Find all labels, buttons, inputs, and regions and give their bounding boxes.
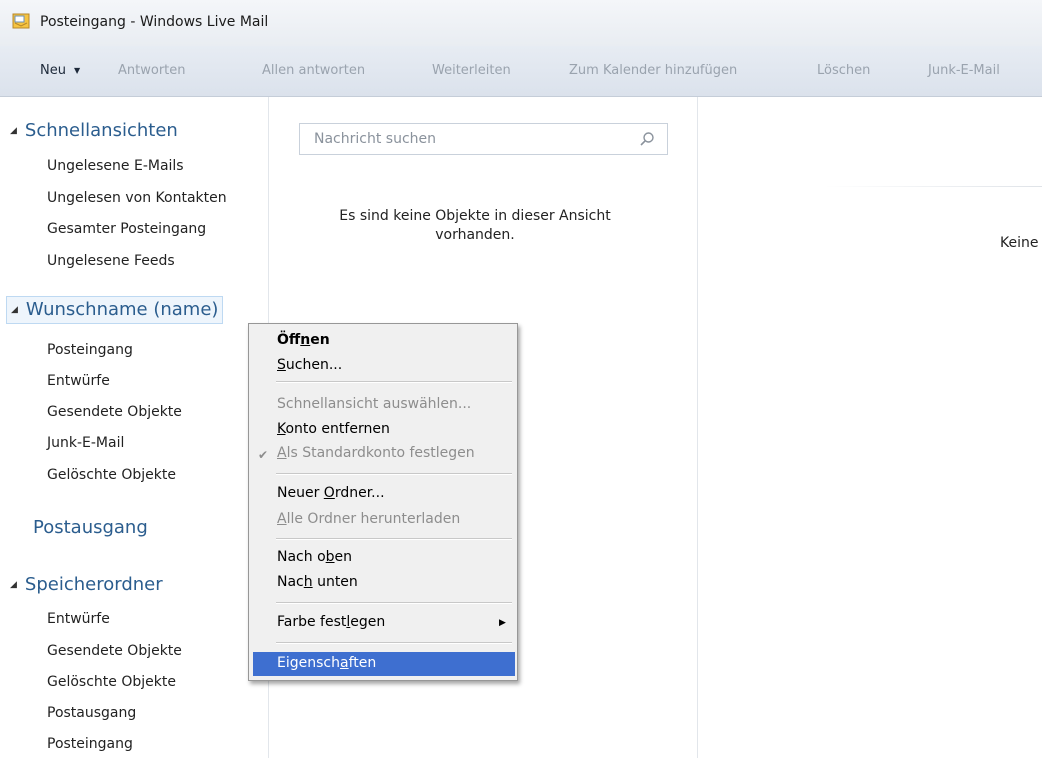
sidebar-item-sent[interactable]: Gesendete Objekte [47,404,182,420]
menu-text: lle Ordner herunterladen [286,511,461,527]
menu-mnemonic: A [277,511,287,527]
menu-text: ls Standardkonto festlegen [286,445,475,461]
toolbar: Neu ▼ Antworten Allen antworten Weiterlei… [0,46,1042,97]
context-menu: Öffnen Suchen... Schnellansicht auswähle… [248,323,518,681]
windows-live-mail-icon [12,13,30,29]
folder-pane: ◢ Schnellansichten Ungelesene E-Mails Ung… [0,97,269,758]
sidebar-item-storage-inbox[interactable]: Posteingang [47,736,133,752]
menu-text: Farbe fest [277,614,347,630]
collapse-triangle-icon[interactable]: ◢ [11,305,18,315]
reading-pane-message: Keine [1000,235,1039,251]
menu-item-download-all[interactable]: Alle Ordner herunterladen [277,511,460,527]
collapse-triangle-icon[interactable]: ◢ [10,126,17,136]
menu-text: en [310,332,330,348]
account-label: Wunschname (name) [25,299,219,320]
menu-item-new-folder[interactable]: Neuer Ordner... [277,485,385,501]
menu-item-move-up[interactable]: Nach oben [277,549,352,565]
empty-line-2: vorhanden. [435,227,515,243]
quick-views-label: Schnellansichten [24,120,178,141]
junk-button[interactable]: Junk-E-Mail [928,46,1000,96]
menu-item-set-color[interactable]: Farbe festlegen [277,614,385,630]
menu-text: egen [350,614,386,630]
add-to-calendar-button[interactable]: Zum Kalender hinzufügen [569,46,737,96]
delete-button[interactable]: Löschen [817,46,870,96]
sidebar-item-storage-deleted[interactable]: Gelöschte Objekte [47,674,176,690]
menu-text: rdner... [334,485,385,501]
forward-button[interactable]: Weiterleiten [432,46,511,96]
menu-mnemonic: h [303,574,313,590]
divider [824,186,1042,187]
account-header[interactable]: ◢ Wunschname (name) [6,296,224,324]
storage-folders-header[interactable]: ◢ Speicherordner [10,574,163,595]
menu-mnemonic: a [339,655,349,671]
window-title: Posteingang - Windows Live Mail [40,14,269,30]
menu-mnemonic: n [300,332,311,348]
menu-item-move-down[interactable]: Nach unten [277,574,358,590]
search-placeholder: Nachricht suchen [314,131,437,147]
new-button-label: Neu [40,63,66,78]
menu-item-search[interactable]: Suchen... [277,357,342,373]
menu-text: Nac [277,574,304,590]
menu-separator [276,602,512,604]
chevron-down-icon[interactable]: ▼ [74,66,80,75]
menu-text: onto entfernen [285,421,390,437]
sidebar-item-unread-feeds[interactable]: Ungelesene Feeds [47,253,175,269]
quick-views-header[interactable]: ◢ Schnellansichten [10,120,178,141]
new-button[interactable]: Neu ▼ [40,46,80,96]
menu-item-open[interactable]: Öffnen [277,332,330,348]
menu-separator [276,381,512,383]
menu-mnemonic: O [323,485,335,501]
menu-item-remove-account[interactable]: Konto entfernen [277,421,390,437]
empty-line-1: Es sind keine Objekte in dieser Ansicht [339,208,611,224]
search-input[interactable]: Nachricht suchen [299,123,668,155]
menu-text: Eigensch [277,655,340,671]
menu-text: Öff [277,332,301,348]
menu-text: Nach o [277,549,326,565]
reply-all-button[interactable]: Allen antworten [262,46,365,96]
sidebar-item-outbox[interactable]: Postausgang [33,517,148,538]
menu-text: unten [312,574,358,590]
menu-text: uchen... [285,357,343,373]
checkmark-icon: ✔ [258,448,269,462]
sidebar-item-storage-outbox[interactable]: Postausgang [47,705,136,721]
menu-item-properties[interactable]: Eigenschaften [277,655,376,671]
sidebar-item-storage-sent[interactable]: Gesendete Objekte [47,643,182,659]
sidebar-item-deleted[interactable]: Gelöschte Objekte [47,467,176,483]
menu-separator [276,642,512,644]
storage-folders-label: Speicherordner [24,574,163,595]
menu-text: ften [348,655,377,671]
sidebar-item-junk[interactable]: Junk-E-Mail [47,435,124,451]
sidebar-item-total-inbox[interactable]: Gesamter Posteingang [47,221,206,237]
menu-mnemonic: S [277,357,286,373]
menu-item-set-default[interactable]: Als Standardkonto festlegen [277,445,475,461]
menu-separator [276,538,512,540]
reply-button[interactable]: Antworten [118,46,186,96]
menu-item-select-quickview[interactable]: Schnellansicht auswählen... [277,396,471,412]
title-bar: Posteingang - Windows Live Mail [0,0,1042,46]
menu-text: Neuer [277,485,324,501]
menu-separator [276,473,512,475]
menu-mnemonic: A [277,445,287,461]
menu-text: en [334,549,353,565]
sidebar-item-unread-from-contacts[interactable]: Ungelesen von Kontakten [47,190,227,206]
sidebar-item-storage-drafts[interactable]: Entwürfe [47,611,110,627]
collapse-triangle-icon[interactable]: ◢ [10,580,17,590]
reading-pane: Keine [698,97,1042,758]
search-icon[interactable] [639,131,655,147]
sidebar-item-drafts[interactable]: Entwürfe [47,373,110,389]
sidebar-item-unread-mails[interactable]: Ungelesene E-Mails [47,158,184,174]
menu-mnemonic: b [325,549,335,565]
submenu-arrow-icon: ▶ [499,618,506,628]
sidebar-item-inbox[interactable]: Posteingang [47,342,133,358]
empty-list-message: Es sind keine Objekte in dieser Ansicht … [305,207,645,245]
